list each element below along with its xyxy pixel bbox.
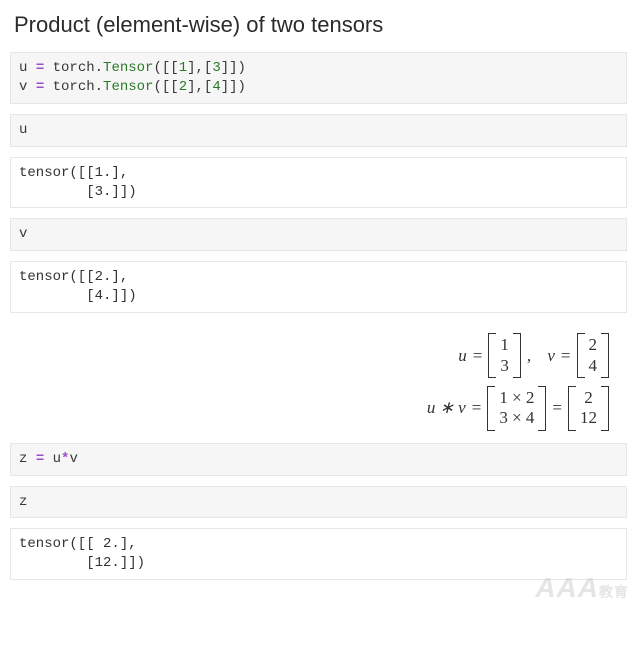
- math-eq-product: u ∗ v = 1 × 23 × 4 = 212: [427, 386, 609, 431]
- output-u: tensor([[1.], [3.]]): [10, 157, 627, 209]
- expr-z: z: [19, 494, 27, 510]
- dot: .: [95, 60, 103, 76]
- args-open: ([[: [153, 60, 178, 76]
- call-tensor: Tensor: [103, 60, 153, 76]
- expr-v: v: [19, 226, 27, 242]
- matrix-cell: 1: [498, 335, 511, 355]
- output-v: tensor([[2.], [4.]]): [10, 261, 627, 313]
- call-tensor: Tensor: [103, 79, 153, 95]
- code-cell-z-assign: z = u*v: [10, 443, 627, 476]
- math-v: v: [547, 346, 555, 366]
- math-lhs: u ∗ v: [427, 398, 466, 418]
- matrix-product: 1 × 23 × 4: [487, 386, 546, 431]
- math-equals: =: [473, 346, 483, 366]
- num: 4: [212, 79, 220, 95]
- matrix-cell: 12: [578, 408, 599, 428]
- code-cell-show-z: z: [10, 486, 627, 519]
- module-torch: torch: [53, 60, 95, 76]
- args-mid: ],[: [187, 79, 212, 95]
- math-equals: =: [552, 398, 562, 418]
- args-close: ]]): [221, 60, 246, 76]
- page-title: Product (element-wise) of two tensors: [14, 12, 627, 38]
- var-u: u: [19, 60, 27, 76]
- code-cell-show-u: u: [10, 114, 627, 147]
- module-torch: torch: [53, 79, 95, 95]
- output-z: tensor([[ 2.], [12.]]): [10, 528, 627, 580]
- matrix-v: 24: [577, 333, 610, 378]
- expr-u: u: [19, 122, 27, 138]
- math-eq-uv-def: u = 13 , v = 24: [458, 333, 609, 378]
- matrix-cell: 3: [498, 356, 511, 376]
- num: 3: [212, 60, 220, 76]
- num: 1: [179, 60, 187, 76]
- math-equals: =: [561, 346, 571, 366]
- args-open: ([[: [153, 79, 178, 95]
- matrix-u: 13: [488, 333, 521, 378]
- matrix-cell: 2: [578, 388, 599, 408]
- var-v: v: [19, 79, 27, 95]
- args-mid: ],[: [187, 60, 212, 76]
- math-comma: ,: [527, 346, 531, 366]
- expr-v: v: [69, 451, 77, 467]
- assign-op: =: [36, 79, 44, 95]
- assign-op: =: [36, 451, 44, 467]
- assign-op: =: [36, 60, 44, 76]
- var-z: z: [19, 451, 27, 467]
- num: 2: [179, 79, 187, 95]
- matrix-cell: 2: [587, 335, 600, 355]
- matrix-cell: 4: [587, 356, 600, 376]
- expr-u: u: [53, 451, 61, 467]
- dot: .: [95, 79, 103, 95]
- code-cell-show-v: v: [10, 218, 627, 251]
- math-u: u: [458, 346, 467, 366]
- matrix-cell: 3 × 4: [497, 408, 536, 428]
- math-block: u = 13 , v = 24 u ∗ v = 1 × 23 × 4: [10, 323, 627, 443]
- matrix-cell: 1 × 2: [497, 388, 536, 408]
- math-equals: =: [472, 398, 482, 418]
- code-cell-define-uv: u = torch.Tensor([[1],[3]]) v = torch.Te…: [10, 52, 627, 104]
- watermark-text-small: 教育: [599, 584, 629, 600]
- args-close: ]]): [221, 79, 246, 95]
- matrix-result: 212: [568, 386, 609, 431]
